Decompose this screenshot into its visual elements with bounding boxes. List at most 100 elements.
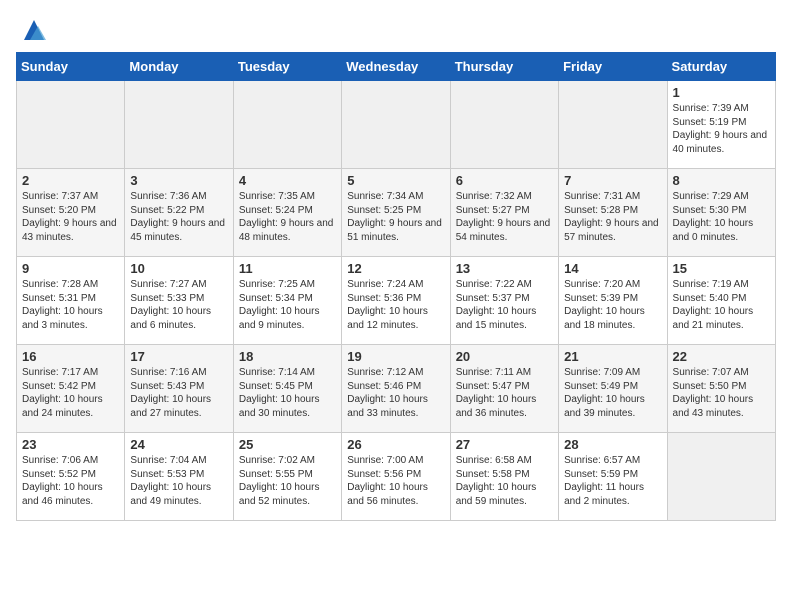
day-number: 13 — [456, 261, 553, 276]
day-info: Sunrise: 7:28 AM Sunset: 5:31 PM Dayligh… — [22, 278, 119, 332]
col-header-sunday: Sunday — [17, 53, 125, 81]
week-row-3: 9 Sunrise: 7:28 AM Sunset: 5:31 PM Daylig… — [17, 257, 776, 345]
day-info: Sunrise: 6:57 AM Sunset: 5:59 PM Dayligh… — [564, 454, 661, 508]
day-number: 5 — [347, 173, 444, 188]
day-info: Sunrise: 7:16 AM Sunset: 5:43 PM Dayligh… — [130, 366, 227, 420]
col-header-thursday: Thursday — [450, 53, 558, 81]
day-cell — [667, 433, 775, 521]
day-number: 28 — [564, 437, 661, 452]
day-info: Sunrise: 7:02 AM Sunset: 5:55 PM Dayligh… — [239, 454, 336, 508]
day-number: 22 — [673, 349, 770, 364]
day-cell: 11 Sunrise: 7:25 AM Sunset: 5:34 PM Dayli… — [233, 257, 341, 345]
day-cell — [559, 81, 667, 169]
day-info: Sunrise: 7:09 AM Sunset: 5:49 PM Dayligh… — [564, 366, 661, 420]
col-header-monday: Monday — [125, 53, 233, 81]
day-cell: 5 Sunrise: 7:34 AM Sunset: 5:25 PM Daylig… — [342, 169, 450, 257]
day-cell: 1 Sunrise: 7:39 AM Sunset: 5:19 PM Daylig… — [667, 81, 775, 169]
day-cell: 23 Sunrise: 7:06 AM Sunset: 5:52 PM Dayli… — [17, 433, 125, 521]
day-number: 17 — [130, 349, 227, 364]
day-number: 11 — [239, 261, 336, 276]
day-number: 26 — [347, 437, 444, 452]
day-info: Sunrise: 7:20 AM Sunset: 5:39 PM Dayligh… — [564, 278, 661, 332]
day-number: 23 — [22, 437, 119, 452]
day-info: Sunrise: 7:25 AM Sunset: 5:34 PM Dayligh… — [239, 278, 336, 332]
day-cell: 4 Sunrise: 7:35 AM Sunset: 5:24 PM Daylig… — [233, 169, 341, 257]
day-cell: 6 Sunrise: 7:32 AM Sunset: 5:27 PM Daylig… — [450, 169, 558, 257]
day-cell: 2 Sunrise: 7:37 AM Sunset: 5:20 PM Daylig… — [17, 169, 125, 257]
day-info: Sunrise: 7:17 AM Sunset: 5:42 PM Dayligh… — [22, 366, 119, 420]
day-info: Sunrise: 7:39 AM Sunset: 5:19 PM Dayligh… — [673, 102, 770, 156]
day-number: 20 — [456, 349, 553, 364]
day-info: Sunrise: 7:31 AM Sunset: 5:28 PM Dayligh… — [564, 190, 661, 244]
day-info: Sunrise: 7:11 AM Sunset: 5:47 PM Dayligh… — [456, 366, 553, 420]
day-info: Sunrise: 7:32 AM Sunset: 5:27 PM Dayligh… — [456, 190, 553, 244]
col-header-wednesday: Wednesday — [342, 53, 450, 81]
day-cell: 13 Sunrise: 7:22 AM Sunset: 5:37 PM Dayli… — [450, 257, 558, 345]
day-cell: 10 Sunrise: 7:27 AM Sunset: 5:33 PM Dayli… — [125, 257, 233, 345]
calendar-table: SundayMondayTuesdayWednesdayThursdayFrid… — [16, 52, 776, 521]
day-cell: 28 Sunrise: 6:57 AM Sunset: 5:59 PM Dayli… — [559, 433, 667, 521]
week-row-4: 16 Sunrise: 7:17 AM Sunset: 5:42 PM Dayli… — [17, 345, 776, 433]
day-cell: 25 Sunrise: 7:02 AM Sunset: 5:55 PM Dayli… — [233, 433, 341, 521]
day-number: 3 — [130, 173, 227, 188]
day-cell: 27 Sunrise: 6:58 AM Sunset: 5:58 PM Dayli… — [450, 433, 558, 521]
day-cell: 19Sunrise: 7:12 AM Sunset: 5:46 PM Dayli… — [342, 345, 450, 433]
day-cell — [450, 81, 558, 169]
day-number: 9 — [22, 261, 119, 276]
week-row-1: 1 Sunrise: 7:39 AM Sunset: 5:19 PM Daylig… — [17, 81, 776, 169]
logo — [16, 16, 48, 44]
day-info: Sunrise: 7:07 AM Sunset: 5:50 PM Dayligh… — [673, 366, 770, 420]
day-number: 19 — [347, 349, 444, 364]
day-cell: 17 Sunrise: 7:16 AM Sunset: 5:43 PM Dayli… — [125, 345, 233, 433]
day-info: Sunrise: 7:36 AM Sunset: 5:22 PM Dayligh… — [130, 190, 227, 244]
logo-icon — [20, 16, 48, 44]
day-info: Sunrise: 7:27 AM Sunset: 5:33 PM Dayligh… — [130, 278, 227, 332]
day-number: 24 — [130, 437, 227, 452]
day-number: 18 — [239, 349, 336, 364]
day-number: 10 — [130, 261, 227, 276]
day-cell: 21 Sunrise: 7:09 AM Sunset: 5:49 PM Dayli… — [559, 345, 667, 433]
day-info: Sunrise: 7:29 AM Sunset: 5:30 PM Dayligh… — [673, 190, 770, 244]
day-number: 25 — [239, 437, 336, 452]
day-number: 6 — [456, 173, 553, 188]
day-number: 27 — [456, 437, 553, 452]
week-row-2: 2 Sunrise: 7:37 AM Sunset: 5:20 PM Daylig… — [17, 169, 776, 257]
day-info: Sunrise: 7:00 AM Sunset: 5:56 PM Dayligh… — [347, 454, 444, 508]
day-number: 8 — [673, 173, 770, 188]
day-cell: 15 Sunrise: 7:19 AM Sunset: 5:40 PM Dayli… — [667, 257, 775, 345]
day-cell: 7 Sunrise: 7:31 AM Sunset: 5:28 PM Daylig… — [559, 169, 667, 257]
day-cell: 22 Sunrise: 7:07 AM Sunset: 5:50 PM Dayli… — [667, 345, 775, 433]
day-info: Sunrise: 7:19 AM Sunset: 5:40 PM Dayligh… — [673, 278, 770, 332]
day-cell — [342, 81, 450, 169]
day-cell — [17, 81, 125, 169]
day-cell: 3 Sunrise: 7:36 AM Sunset: 5:22 PM Daylig… — [125, 169, 233, 257]
day-number: 4 — [239, 173, 336, 188]
day-info: Sunrise: 7:22 AM Sunset: 5:37 PM Dayligh… — [456, 278, 553, 332]
day-info: Sunrise: 7:06 AM Sunset: 5:52 PM Dayligh… — [22, 454, 119, 508]
day-cell: 16 Sunrise: 7:17 AM Sunset: 5:42 PM Dayli… — [17, 345, 125, 433]
day-number: 7 — [564, 173, 661, 188]
day-info: Sunrise: 7:34 AM Sunset: 5:25 PM Dayligh… — [347, 190, 444, 244]
day-info: Sunrise: 7:04 AM Sunset: 5:53 PM Dayligh… — [130, 454, 227, 508]
day-number: 16 — [22, 349, 119, 364]
day-info: Sunrise: 7:14 AM Sunset: 5:45 PM Dayligh… — [239, 366, 336, 420]
day-number: 14 — [564, 261, 661, 276]
day-number: 15 — [673, 261, 770, 276]
day-cell: 24 Sunrise: 7:04 AM Sunset: 5:53 PM Dayli… — [125, 433, 233, 521]
day-cell: 26 Sunrise: 7:00 AM Sunset: 5:56 PM Dayli… — [342, 433, 450, 521]
col-header-friday: Friday — [559, 53, 667, 81]
day-cell — [125, 81, 233, 169]
header — [16, 16, 776, 44]
day-info: Sunrise: 6:58 AM Sunset: 5:58 PM Dayligh… — [456, 454, 553, 508]
day-number: 2 — [22, 173, 119, 188]
day-cell: 14 Sunrise: 7:20 AM Sunset: 5:39 PM Dayli… — [559, 257, 667, 345]
day-cell: 20 Sunrise: 7:11 AM Sunset: 5:47 PM Dayli… — [450, 345, 558, 433]
header-row: SundayMondayTuesdayWednesdayThursdayFrid… — [17, 53, 776, 81]
day-number: 21 — [564, 349, 661, 364]
day-number: 1 — [673, 85, 770, 100]
day-cell — [233, 81, 341, 169]
day-info: Sunrise: 7:37 AM Sunset: 5:20 PM Dayligh… — [22, 190, 119, 244]
col-header-tuesday: Tuesday — [233, 53, 341, 81]
week-row-5: 23 Sunrise: 7:06 AM Sunset: 5:52 PM Dayli… — [17, 433, 776, 521]
day-info: Sunrise: 7:35 AM Sunset: 5:24 PM Dayligh… — [239, 190, 336, 244]
